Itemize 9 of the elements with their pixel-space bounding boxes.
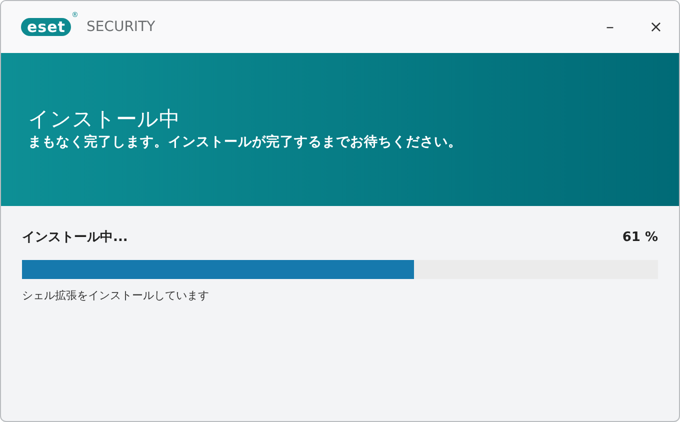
minimize-button[interactable]: – <box>587 11 633 43</box>
banner-title: インストール中 <box>28 106 181 132</box>
banner-subtitle: まもなく完了します。インストールが完了するまでお待ちください。 <box>28 132 463 152</box>
progress-percent: 61 % <box>622 229 658 247</box>
close-button[interactable]: × <box>633 11 679 43</box>
logo-mark: eset <box>21 18 72 36</box>
progress-label: インストール中... <box>22 229 128 247</box>
product-name: SECURITY <box>86 18 156 36</box>
progress-detail: シェル拡張をインストールしています <box>22 288 210 304</box>
